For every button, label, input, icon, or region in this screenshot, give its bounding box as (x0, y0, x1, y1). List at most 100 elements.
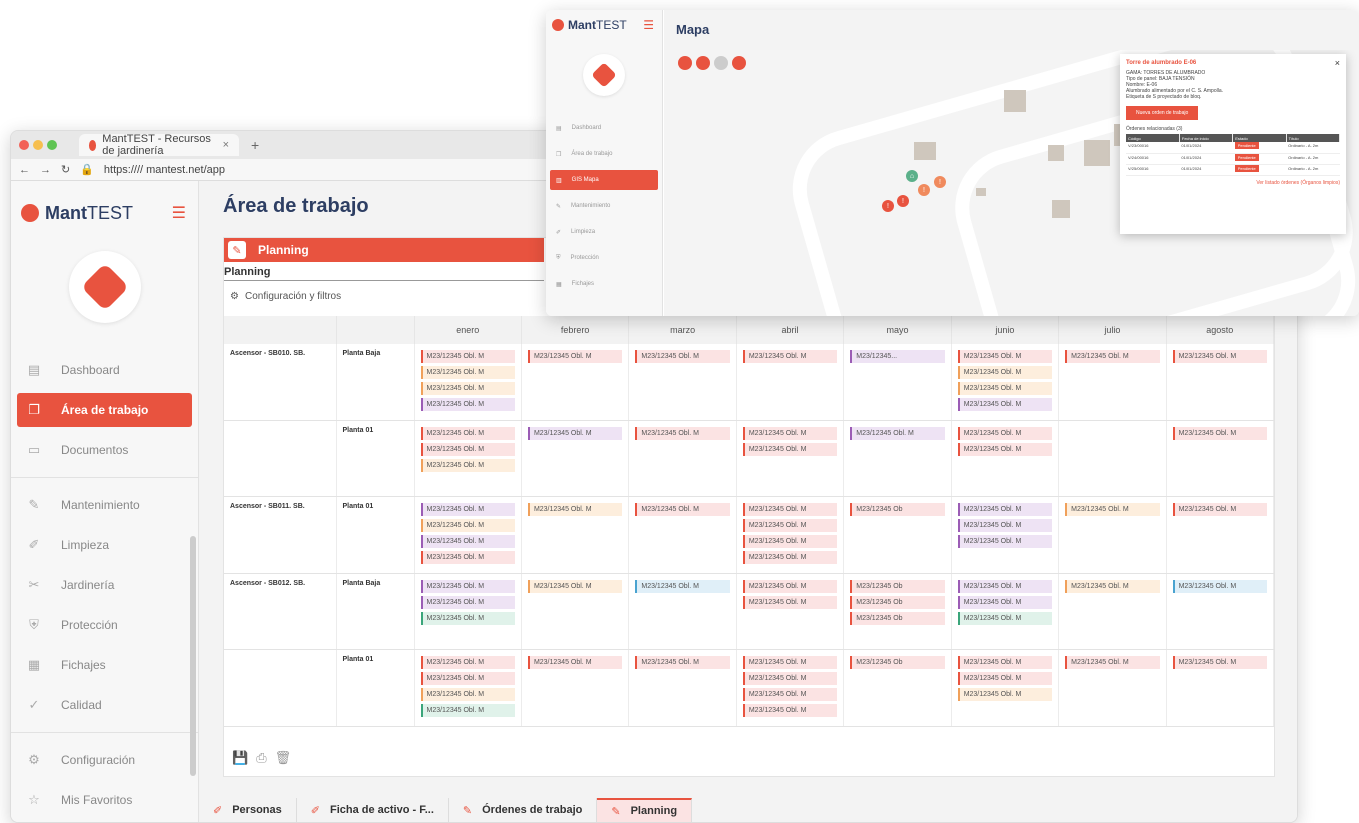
order-chip[interactable]: M23/12345 Obl. M (1172, 427, 1267, 440)
table-row[interactable]: V/23/00016 01/01/2024 Pendiente Ordinari… (1126, 142, 1340, 154)
map-pin-icon[interactable]: ! (897, 195, 909, 207)
close-window-icon[interactable] (19, 140, 29, 150)
sidebar-item-jardineria[interactable]: ✂ Jardinería (11, 568, 198, 602)
car-icon[interactable] (696, 56, 710, 70)
order-chip[interactable]: M23/12345 Obl. M (420, 535, 515, 548)
new-work-order-button[interactable]: Nueva orden de trabajo (1126, 106, 1199, 120)
sidebar-scrollbar[interactable] (190, 536, 196, 776)
save-icon[interactable]: 💾 (232, 750, 248, 766)
order-chip[interactable]: M23/12345 Ob (850, 596, 945, 609)
order-chip[interactable]: M23/12345 Obl. M (420, 519, 515, 532)
new-tab-button[interactable]: + (251, 137, 259, 153)
order-chip[interactable]: M23/12345 Obl. M (420, 580, 515, 593)
order-chip[interactable]: M23/12345 Obl. M (957, 382, 1053, 395)
box-icon[interactable] (732, 56, 746, 70)
table-row[interactable]: V/24/00016 01/01/2024 Pendiente Ordinari… (1126, 153, 1340, 165)
map-canvas[interactable]: ⌂ ! ! ! ! Torre de alumbrado E-06 × GAMA… (664, 50, 1359, 316)
order-chip[interactable]: M23/12345 Ob (850, 656, 945, 669)
order-chip[interactable]: M23/12345 Obl. M (742, 427, 838, 440)
order-chip[interactable]: M23/12345 Obl. M (420, 398, 515, 411)
order-chip[interactable]: M23/12345 Obl. M (742, 704, 838, 717)
map-nav-area-trabajo[interactable]: ❐ Área de trabajo (546, 144, 662, 164)
order-chip[interactable]: M23/12345 Obl. M (1065, 503, 1160, 516)
url-field[interactable]: https://// mantest.net/app (104, 164, 225, 176)
sidebar-item-limpieza[interactable]: ✐ Limpieza (11, 528, 198, 562)
order-chip[interactable]: M23/12345 Obl. M (1172, 580, 1267, 593)
order-chip[interactable]: M23/12345 Obl. M (957, 519, 1053, 532)
browser-tab[interactable]: MantTEST - Recursos de jardinería × (79, 133, 239, 157)
order-chip[interactable]: M23/12345 Obl. M (527, 427, 623, 440)
sidebar-item-proteccion[interactable]: ⛨ Protección (11, 608, 198, 642)
map-nav-gis[interactable]: ▥ GIS Mapa (550, 170, 658, 190)
order-chip[interactable]: M23/12345 Obl. M (420, 503, 515, 516)
maximize-window-icon[interactable] (47, 140, 57, 150)
sidebar-item-documentos[interactable]: ▭ Documentos (11, 433, 198, 467)
map-pin-icon[interactable]: ! (882, 200, 894, 212)
order-chip[interactable]: M23/12345 Obl. M (957, 366, 1053, 379)
map-nav-dashboard[interactable]: ▤ Dashboard (546, 118, 662, 138)
order-chip[interactable]: M23/12345 Obl. M (420, 443, 515, 456)
order-chip[interactable]: M23/12345 Obl. M (1172, 350, 1267, 363)
order-chip[interactable]: M23/12345 Obl. M (420, 427, 515, 440)
order-chip[interactable]: M23/12345 Obl. M (742, 443, 838, 456)
order-chip[interactable]: M23/12345 Obl. M (420, 551, 515, 564)
order-chip[interactable]: M23/12345 Obl. M (1172, 656, 1267, 669)
tab-ordenes[interactable]: ✎ Órdenes de trabajo (449, 798, 598, 822)
tab-personas[interactable]: ✐ Personas (199, 798, 297, 822)
order-chip[interactable]: M23/12345 Obl. M (420, 366, 515, 379)
order-chip[interactable]: M23/12345 Obl. M (957, 672, 1053, 685)
back-icon[interactable]: ← (19, 164, 30, 176)
order-chip[interactable]: M23/12345 Obl. M (742, 551, 838, 564)
drop-icon[interactable] (714, 56, 728, 70)
order-chip[interactable]: M23/12345 Obl. M (957, 503, 1053, 516)
order-chip[interactable]: M23/12345 Obl. M (527, 350, 623, 363)
order-chip[interactable]: M23/12345 Ob (850, 503, 945, 516)
order-chip[interactable]: M23/12345 Ob (850, 580, 945, 593)
sidebar-item-configuracion[interactable]: ⚙ Configuración (11, 743, 198, 777)
minimize-window-icon[interactable] (33, 140, 43, 150)
order-chip[interactable]: M23/12345 Obl. M (957, 612, 1053, 625)
order-chip[interactable]: M23/12345 Obl. M (1065, 580, 1160, 593)
order-chip[interactable]: M23/12345 Obl. M (742, 596, 838, 609)
close-tab-icon[interactable]: × (223, 139, 229, 151)
order-chip[interactable]: M23/12345 Obl. M (957, 535, 1053, 548)
order-chip[interactable]: M23/12345 Obl. M (742, 656, 838, 669)
tab-ficha-activo[interactable]: ✐ Ficha de activo - F... (297, 798, 449, 822)
reload-icon[interactable]: ↻ (61, 163, 70, 176)
order-chip[interactable]: M23/12345 Obl. M (957, 443, 1053, 456)
map-nav-limpieza[interactable]: ✐ Limpieza (546, 222, 662, 242)
menu-toggle-icon[interactable]: ☰ (643, 18, 654, 32)
sidebar-item-area-de-trabajo[interactable]: ❐ Área de trabajo (17, 393, 192, 427)
order-chip[interactable]: M23/12345 Obl. M (635, 656, 730, 669)
layers-icon[interactable] (678, 56, 692, 70)
order-chip[interactable]: M23/12345 Obl. M (1065, 350, 1160, 363)
trash-icon[interactable]: 🗑 (275, 750, 292, 766)
order-chip[interactable]: M23/12345 Obl. M (527, 503, 623, 516)
order-chip[interactable]: M23/12345 Obl. M (420, 350, 515, 363)
order-chip[interactable]: M23/12345 Obl. M (957, 596, 1053, 609)
avatar[interactable] (68, 251, 141, 323)
popup-title[interactable]: Torre de alumbrado E-06 (1126, 60, 1340, 66)
order-chip[interactable]: M23/12345 Obl. M (635, 503, 730, 516)
order-chip[interactable]: M23/12345 Obl. M (742, 688, 838, 701)
order-chip[interactable]: M23/12345 Obl. M (742, 503, 838, 516)
order-chip[interactable]: M23/12345 Obl. M (527, 580, 623, 593)
order-chip[interactable]: M23/12345 Obl. M (527, 656, 623, 669)
sidebar-item-dashboard[interactable]: ▤ Dashboard (11, 353, 198, 387)
order-chip[interactable]: M23/12345 Obl. M (420, 672, 515, 685)
order-chip[interactable]: M23/12345 Obl. M (742, 672, 838, 685)
map-nav-mantenimiento[interactable]: ✎ Mantenimiento (546, 196, 662, 216)
sidebar-item-mantenimiento[interactable]: ✎ Mantenimiento (11, 488, 198, 522)
tab-planning[interactable]: ✎ Planning (597, 798, 693, 822)
order-chip[interactable]: M23/12345 Obl. M (635, 350, 730, 363)
table-row[interactable]: V/25/00016 01/01/2024 Pendiente Ordinari… (1126, 164, 1340, 176)
order-chip[interactable]: M23/12345 Obl. M (635, 580, 730, 593)
order-chip[interactable]: M23/12345... (850, 350, 945, 363)
order-chip[interactable]: M23/12345 Obl. M (957, 398, 1053, 411)
order-chip[interactable]: M23/12345 Obl. M (742, 350, 838, 363)
sidebar-item-fichajes[interactable]: ▦ Fichajes (11, 648, 198, 682)
order-chip[interactable]: M23/12345 Obl. M (420, 596, 515, 609)
order-chip[interactable]: M23/12345 Obl. M (957, 350, 1053, 363)
view-orders-link[interactable]: Ver listado órdenes (Órganos limpios) (1126, 180, 1340, 186)
order-chip[interactable]: M23/12345 Obl. M (957, 580, 1053, 593)
